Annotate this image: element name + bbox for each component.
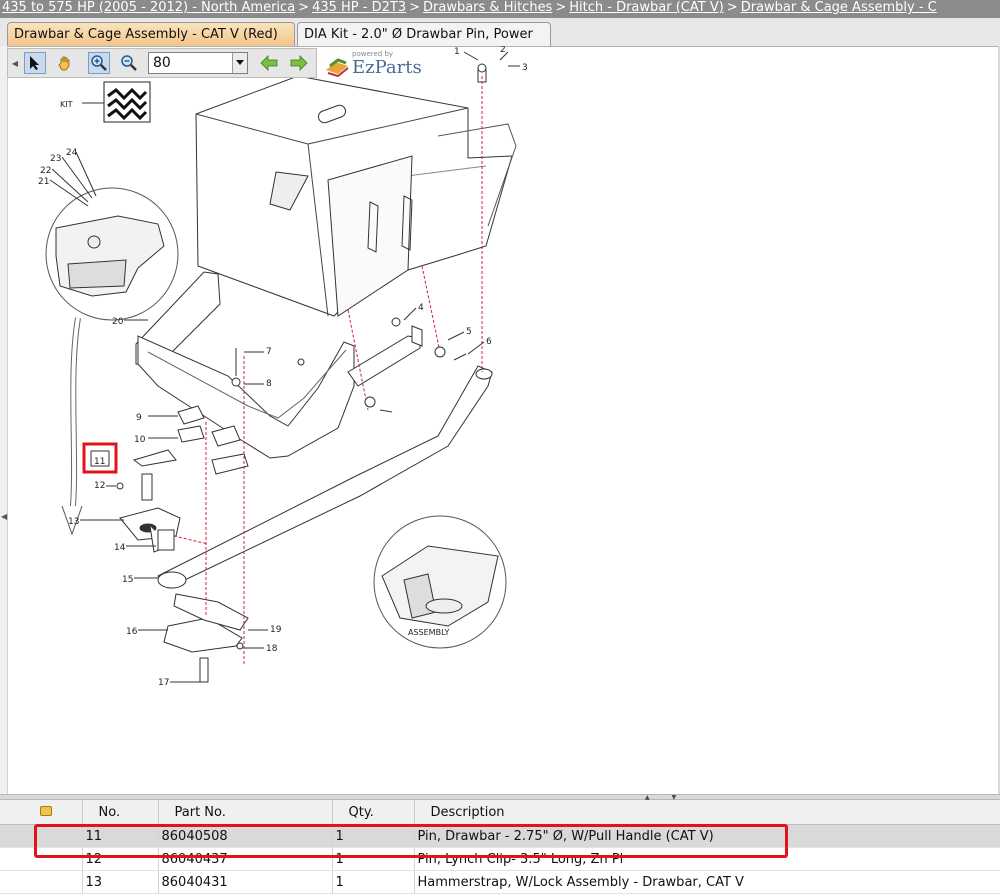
row-checkbox-cell[interactable]: [0, 870, 83, 894]
left-collapse-strip[interactable]: ◀: [0, 46, 8, 794]
side-link[interactable]: [347, 325, 423, 387]
table-header-row: No. Part No. Qty. Description: [0, 800, 1000, 825]
breadcrumb-item[interactable]: 435 to 575 HP (2005 - 2012) - North Amer…: [2, 0, 295, 15]
callout-20[interactable]: 20: [112, 317, 124, 327]
callout-7[interactable]: 7: [266, 347, 272, 357]
viewer-toolbar: ◀ 80: [7, 48, 317, 78]
pan-hand-icon[interactable]: [54, 52, 76, 74]
callout-16[interactable]: 16: [126, 627, 138, 637]
row-part-no: 86040431: [158, 870, 333, 894]
callout-2[interactable]: 2: [500, 46, 506, 55]
row-qty: 1: [332, 824, 415, 848]
column-header-no[interactable]: No.: [82, 800, 159, 825]
parts-diagram[interactable]: KIT ASSEMBLY 1 2 3 4 5 6 7 8 9 10 11 12 …: [8, 46, 998, 794]
callout-9[interactable]: 9: [136, 413, 142, 423]
table-row[interactable]: 12 86040437 1 Pin, Lynch Clip- 3.5" Long…: [0, 847, 1000, 871]
callout-10[interactable]: 10: [134, 435, 146, 445]
ezparts-logo: powered by EzParts: [322, 50, 432, 82]
tab-dia-kit[interactable]: DIA Kit - 2.0" Ø Drawbar Pin, Power: [297, 22, 551, 46]
row-description: Hammerstrap, W/Lock Assembly - Drawbar, …: [414, 870, 1000, 894]
callout-8[interactable]: 8: [266, 379, 272, 389]
row-no: 11: [82, 824, 159, 848]
callout-6[interactable]: 6: [486, 337, 492, 347]
breadcrumb-separator: >: [409, 0, 420, 15]
row-description: Pin, Lynch Clip- 3.5" Long, Zn Pl: [414, 847, 1000, 871]
toolbar-scroll-left-icon[interactable]: ◀: [10, 52, 20, 74]
column-header-part-no[interactable]: Part No.: [158, 800, 333, 825]
hammerstrap-assembly[interactable]: [119, 449, 181, 553]
row-no: 13: [82, 870, 159, 894]
cart-icon: [40, 805, 52, 816]
tab-drawbar-cage-assembly[interactable]: Drawbar & Cage Assembly - CAT V (Red): [7, 22, 295, 46]
callout-12[interactable]: 12: [94, 481, 105, 491]
breadcrumb-separator: >: [726, 0, 738, 15]
breadcrumb-item[interactable]: Drawbars & Hitches: [423, 0, 552, 15]
parts-table: No. Part No. Qty. Description 11 8604050…: [0, 800, 1000, 894]
column-header-description[interactable]: Description: [414, 800, 1000, 825]
callout-5[interactable]: 5: [466, 327, 472, 337]
row-checkbox-cell[interactable]: [0, 824, 83, 848]
callout-14[interactable]: 14: [114, 543, 126, 553]
back-arrow-icon[interactable]: [258, 52, 280, 74]
callout-22[interactable]: 22: [40, 166, 51, 176]
callout-18[interactable]: 18: [266, 644, 278, 654]
zoom-out-icon[interactable]: [118, 52, 140, 74]
row-checkbox-cell[interactable]: [0, 847, 83, 871]
cart-column-header[interactable]: [0, 800, 83, 825]
table-row[interactable]: 13 86040431 1 Hammerstrap, W/Lock Assemb…: [0, 870, 1000, 894]
row-qty: 1: [332, 847, 415, 871]
callout-13[interactable]: 13: [68, 517, 79, 527]
row-qty: 1: [332, 870, 415, 894]
breadcrumb-item[interactable]: Hitch - Drawbar (CAT V): [569, 0, 724, 15]
callout-19[interactable]: 19: [270, 625, 282, 635]
row-no: 12: [82, 847, 159, 871]
row-part-no: 86040508: [158, 824, 333, 848]
callout-1[interactable]: 1: [454, 47, 460, 57]
kit-label: KIT: [60, 100, 73, 109]
breadcrumb-item[interactable]: 435 HP - D2T3: [312, 0, 406, 15]
callout-17[interactable]: 17: [158, 678, 169, 688]
select-icon[interactable]: [24, 52, 46, 74]
breadcrumb-item[interactable]: Drawbar & Cage Assembly - C: [741, 0, 937, 15]
breadcrumb-separator: >: [555, 0, 567, 15]
collapse-arrow-icon[interactable]: ◀: [1, 512, 7, 521]
callout-15[interactable]: 15: [122, 575, 133, 585]
zoom-in-icon[interactable]: [88, 52, 110, 74]
breadcrumb: 435 to 575 HP (2005 - 2012) - North Amer…: [0, 0, 1000, 18]
forward-arrow-icon[interactable]: [288, 52, 310, 74]
logo-mark-icon: [326, 58, 349, 78]
row-part-no: 86040437: [158, 847, 333, 871]
table-row[interactable]: 11 86040508 1 Pin, Drawbar - 2.75" Ø, W/…: [0, 824, 1000, 848]
chevron-down-icon[interactable]: [232, 53, 247, 73]
callout-23[interactable]: 23: [50, 154, 61, 164]
row-description: Pin, Drawbar - 2.75" Ø, W/Pull Handle (C…: [414, 824, 1000, 848]
kit-icon[interactable]: [82, 81, 151, 123]
zoom-value: 80: [153, 55, 171, 71]
callout-3[interactable]: 3: [522, 63, 528, 73]
tab-bar: Drawbar & Cage Assembly - CAT V (Red) DI…: [0, 18, 1000, 47]
zoom-select[interactable]: 80: [148, 52, 248, 74]
drawbar-cage[interactable]: [195, 63, 517, 317]
column-header-qty[interactable]: Qty.: [332, 800, 415, 825]
logo-brand: EzParts: [352, 57, 422, 78]
callout-4[interactable]: 4: [418, 303, 424, 313]
assembly-label: ASSEMBLY: [408, 628, 449, 637]
breadcrumb-separator: >: [298, 0, 310, 15]
callout-21[interactable]: 21: [38, 177, 49, 187]
